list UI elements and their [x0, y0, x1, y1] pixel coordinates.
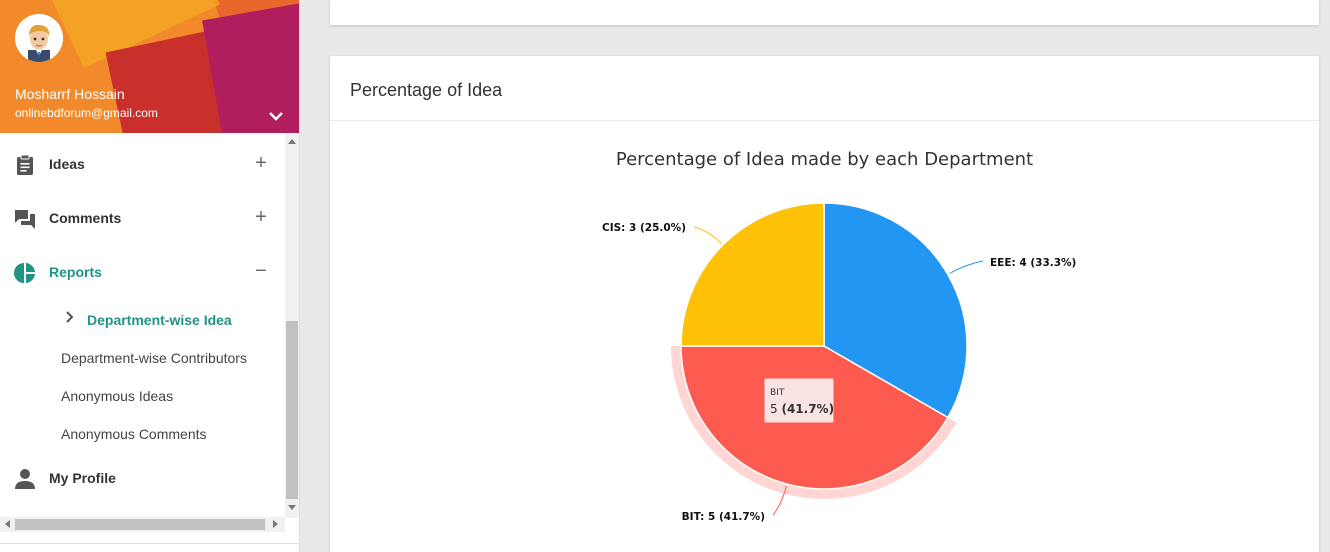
sidebar-subitem-department-wise-idea[interactable]: Department-wise Idea [87, 312, 232, 328]
tooltip-box [763, 377, 835, 424]
sidebar-item-label: Reports [49, 264, 102, 280]
report-card: Percentage of Idea Percentage of Idea ma… [330, 56, 1319, 552]
sidebar-item-reports[interactable]: Reports − [0, 252, 285, 292]
sidebar-item-ideas[interactable]: Ideas + [0, 144, 285, 184]
clipboard-icon [14, 154, 36, 176]
expand-icon[interactable]: + [252, 152, 270, 174]
pie-label-eee: EEE: 4 (33.3%) [990, 257, 1076, 269]
sidebar-item-comments[interactable]: Comments + [0, 198, 285, 238]
pie-chart-icon [14, 262, 36, 284]
card-previous [330, 0, 1319, 25]
sidebar-item-my-profile[interactable]: My Profile [0, 458, 285, 498]
sidebar-item-label: Ideas [49, 156, 85, 172]
sidebar-subitem-anonymous-comments[interactable]: Anonymous Comments [61, 426, 207, 442]
pie-label-bit: BIT: 5 (41.7%) [682, 511, 765, 523]
pie-chart: Percentage of Idea made by each Departme… [330, 121, 1319, 552]
pie-connector-cis [693, 226, 722, 244]
chevron-right-icon [64, 310, 76, 324]
tooltip-value: 5 (41.7%) [770, 402, 834, 416]
card-header: Percentage of Idea [330, 56, 1319, 121]
pie-label-cis: CIS: 3 (25.0%) [602, 222, 686, 234]
sidebar-horizontal-scrollbar[interactable] [0, 517, 285, 532]
forum-icon [14, 208, 36, 230]
collapse-icon[interactable]: − [252, 260, 270, 282]
sidebar-subitem-anonymous-ideas[interactable]: Anonymous Ideas [61, 388, 173, 404]
sidebar-vertical-scrollbar[interactable] [285, 133, 299, 518]
sidebar-item-label: Comments [49, 210, 122, 226]
tooltip-percent: (41.7%) [781, 402, 834, 416]
card-title: Percentage of Idea [350, 80, 503, 100]
pie-connector-eee [949, 260, 984, 274]
pie-chart-svg: EEE: 4 (33.3%) BIT: 5 (41.7%) CIS: 3 (25.0… [602, 202, 1076, 523]
chevron-down-icon[interactable] [266, 106, 286, 126]
sidebar: Mosharrf Hossain onlinebdforum@gmail.com… [0, 0, 300, 552]
pie-slice-cis [680, 202, 825, 347]
sidebar-item-label: My Profile [49, 470, 116, 486]
expand-icon[interactable]: + [252, 206, 270, 228]
chart-tooltip: BIT 5 (41.7%) [763, 377, 835, 424]
sidebar-menu: Ideas + Comments + Reports − Department-… [0, 133, 285, 518]
avatar[interactable] [15, 14, 63, 62]
sidebar-subitem-department-wise-contributors[interactable]: Department-wise Contributors [61, 350, 247, 366]
profile-header: Mosharrf Hossain onlinebdforum@gmail.com [0, 0, 299, 133]
tooltip-series-name: BIT [770, 388, 785, 398]
user-name: Mosharrf Hossain [15, 86, 125, 102]
person-icon [14, 468, 36, 490]
user-email: onlinebdforum@gmail.com [15, 106, 158, 120]
